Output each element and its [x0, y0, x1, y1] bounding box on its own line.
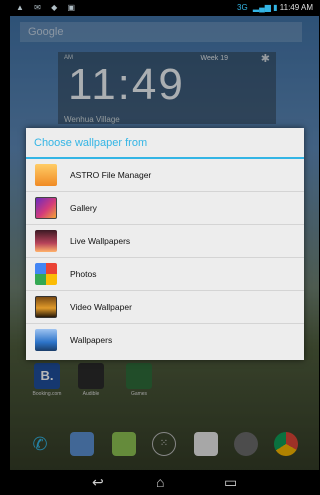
- recents-icon[interactable]: ▭: [224, 474, 237, 491]
- photos-icon: [35, 263, 57, 285]
- option-astro-file-manager[interactable]: ASTRO File Manager: [26, 159, 304, 192]
- navigation-bar: ↩ ⌂ ▭: [10, 470, 319, 495]
- left-black-band: [0, 0, 10, 495]
- dialog-title: Choose wallpaper from: [26, 128, 304, 159]
- option-label: ASTRO File Manager: [70, 170, 152, 180]
- live-wallpapers-icon: [35, 230, 57, 252]
- option-label: Gallery: [70, 203, 97, 213]
- option-label: Photos: [70, 269, 97, 279]
- option-label: Live Wallpapers: [70, 236, 131, 246]
- option-label: Wallpapers: [70, 335, 113, 345]
- home-icon[interactable]: ⌂: [156, 474, 164, 490]
- wallpapers-icon: [35, 329, 57, 351]
- video-wallpaper-icon: [35, 296, 57, 318]
- option-video-wallpaper[interactable]: Video Wallpaper: [26, 291, 304, 324]
- option-label: Video Wallpaper: [70, 302, 132, 312]
- back-icon[interactable]: ↩: [92, 474, 104, 491]
- home-screen: ▲ ✉ ◆ ▣ 3G ▂▄▆ ▮ 11:49 AM Google AM Week…: [0, 0, 319, 495]
- status-bar: ▲ ✉ ◆ ▣ 3G ▂▄▆ ▮ 11:49 AM: [10, 0, 319, 16]
- notification-icons: ▲ ✉ ◆ ▣: [16, 3, 79, 12]
- option-gallery[interactable]: Gallery: [26, 192, 304, 225]
- network-type: 3G: [237, 3, 248, 12]
- option-live-wallpapers[interactable]: Live Wallpapers: [26, 225, 304, 258]
- gallery-icon: [35, 197, 57, 219]
- status-right: 3G ▂▄▆ ▮ 11:49 AM: [237, 3, 313, 12]
- option-photos[interactable]: Photos: [26, 258, 304, 291]
- battery-icon: ▮: [273, 3, 278, 12]
- astro-file-manager-icon: [35, 164, 57, 186]
- status-time: 11:49 AM: [279, 3, 313, 12]
- option-wallpapers[interactable]: Wallpapers: [26, 324, 304, 357]
- choose-wallpaper-dialog: Choose wallpaper from ASTRO File Manager…: [26, 128, 304, 360]
- signal-icon: ▂▄▆: [252, 3, 271, 12]
